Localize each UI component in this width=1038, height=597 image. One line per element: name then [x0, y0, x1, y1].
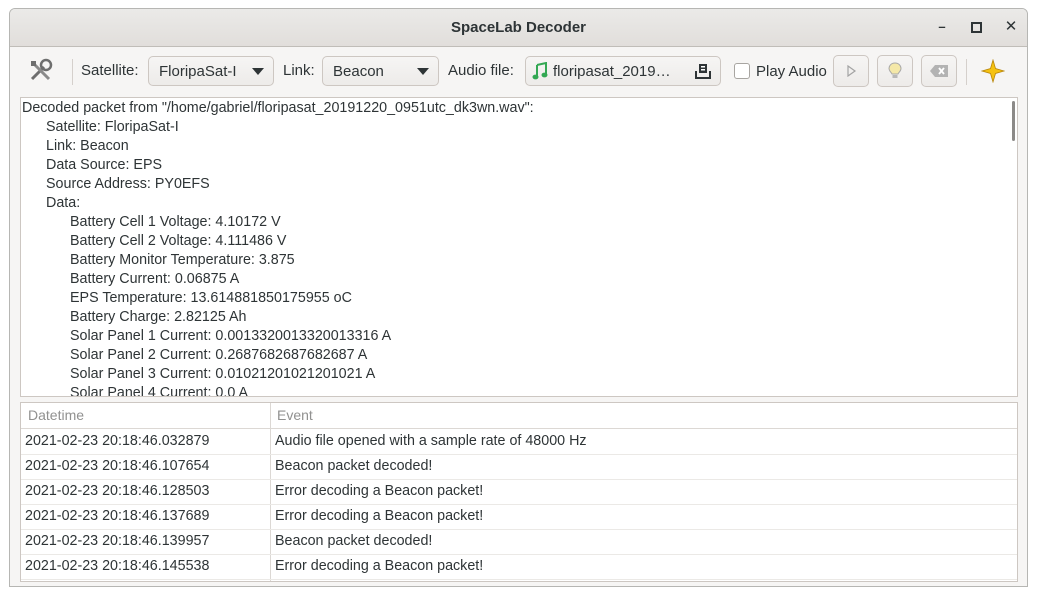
column-header-datetime[interactable]: Datetime: [28, 403, 84, 428]
decoded-line: Battery Charge: 2.82125 Ah: [70, 309, 247, 325]
event-log-table: Datetime Event 2021-02-23 20:18:46.03287…: [20, 402, 1018, 582]
table-row[interactable]: 2021-02-23 20:18:46.128503 Error decoding…: [21, 479, 1017, 505]
cell-event: Error decoding a Beacon packet!: [275, 508, 484, 524]
audio-file-name: floripasat_2019…: [553, 62, 671, 80]
titlebar: SpaceLab Decoder – ✕: [10, 9, 1027, 47]
audio-file-label: Audio file:: [448, 62, 514, 79]
chevron-down-icon: [252, 68, 264, 75]
close-button[interactable]: ✕: [1000, 17, 1022, 37]
about-button[interactable]: [980, 56, 1009, 86]
satellite-label: Satellite:: [81, 62, 139, 79]
table-row[interactable]: 2021-02-23 20:18:46.139957 Beacon packet …: [21, 529, 1017, 555]
link-combo[interactable]: Beacon: [322, 56, 439, 86]
decoded-line: Solar Panel 1 Current: 0.001332001332001…: [70, 328, 392, 344]
app-window: SpaceLab Decoder – ✕ Satellite: FloripaS…: [9, 8, 1028, 587]
maximize-button[interactable]: [965, 17, 987, 37]
cell-datetime: 2021-02-23 20:18:46.107654: [25, 458, 210, 474]
toolbar-separator: [966, 59, 967, 85]
table-header: Datetime Event: [21, 403, 1017, 429]
decoded-line: EPS Temperature: 13.614881850175955 oC: [70, 290, 352, 306]
decoded-line: Battery Current: 0.06875 A: [70, 271, 240, 287]
link-value: Beacon: [333, 62, 384, 80]
decoded-line: Solar Panel 4 Current: 0.0 A: [70, 385, 249, 397]
column-header-event[interactable]: Event: [277, 403, 313, 428]
cell-datetime: 2021-02-23 20:18:46.145538: [25, 558, 210, 574]
minimize-button[interactable]: –: [931, 17, 953, 37]
decoded-line: Satellite: FloripaSat-I: [46, 119, 179, 135]
decoded-line: Data Source: EPS: [46, 157, 163, 173]
decoded-line: Link: Beacon: [46, 138, 129, 154]
cell-event: Audio file opened with a sample rate of …: [275, 433, 587, 449]
decoded-line: Solar Panel 2 Current: 0.268768268768268…: [70, 347, 368, 363]
decoded-line: Data:: [46, 195, 81, 211]
cell-datetime: 2021-02-23 20:18:46.137689: [25, 508, 210, 524]
decoded-line: Source Address: PY0EFS: [46, 176, 210, 192]
open-file-icon: [695, 64, 711, 79]
table-row[interactable]: 2021-02-23 20:18:46.137689 Error decoding…: [21, 504, 1017, 530]
decoded-line: Battery Cell 2 Voltage: 4.111486 V: [70, 233, 287, 249]
table-row[interactable]: 2021-02-23 20:18:46.107654 Beacon packet …: [21, 454, 1017, 480]
link-label: Link:: [283, 62, 315, 79]
satellite-value: FloripaSat-I: [159, 62, 237, 80]
lightbulb-icon: [888, 62, 902, 78]
cell-event: Beacon packet decoded!: [275, 458, 433, 474]
cell-datetime: 2021-02-23 20:18:46.032879: [25, 433, 210, 449]
play-button[interactable]: [833, 55, 869, 87]
decoded-line: Battery Monitor Temperature: 3.875: [70, 252, 295, 268]
decoded-packet-textview[interactable]: Decoded packet from "/home/gabriel/flori…: [20, 97, 1018, 397]
preferences-icon: [30, 58, 53, 81]
cell-event: Error decoding a Beacon packet!: [275, 483, 484, 499]
clear-button[interactable]: [921, 55, 957, 87]
clear-icon: [930, 65, 948, 77]
table-row[interactable]: 2021-02-23 20:18:46.145538 Error decoding…: [21, 554, 1017, 580]
decoded-line: Battery Cell 1 Voltage: 4.10172 V: [70, 214, 281, 230]
checkbox-box[interactable]: [734, 63, 750, 79]
star-icon: [980, 58, 1006, 84]
preferences-button[interactable]: [28, 56, 62, 86]
music-note-icon: [532, 62, 548, 80]
cell-event: Beacon packet decoded!: [275, 533, 433, 549]
lightbulb-button[interactable]: [877, 55, 913, 87]
audio-file-chooser[interactable]: floripasat_2019…: [525, 56, 721, 86]
cell-datetime: 2021-02-23 20:18:46.128503: [25, 483, 210, 499]
table-row[interactable]: 2021-02-23 20:18:46.032879 Audio file ope…: [21, 429, 1017, 455]
play-icon: [847, 65, 857, 77]
toolbar: Satellite: FloripaSat-I Link: Beacon Aud…: [10, 47, 1027, 97]
decoded-line: Decoded packet from "/home/gabriel/flori…: [22, 100, 534, 116]
cell-event: Error decoding a Beacon packet!: [275, 558, 484, 574]
toolbar-separator: [72, 59, 73, 85]
play-audio-checkbox[interactable]: Play Audio: [734, 56, 844, 86]
vertical-scrollbar[interactable]: [1012, 101, 1015, 141]
window-title: SpaceLab Decoder: [450, 19, 587, 36]
decoded-line: Solar Panel 3 Current: 0.010212010212010…: [70, 366, 376, 382]
chevron-down-icon: [417, 68, 429, 75]
satellite-combo[interactable]: FloripaSat-I: [148, 56, 274, 86]
play-audio-label: Play Audio: [756, 62, 827, 80]
cell-datetime: 2021-02-23 20:18:46.139957: [25, 533, 210, 549]
